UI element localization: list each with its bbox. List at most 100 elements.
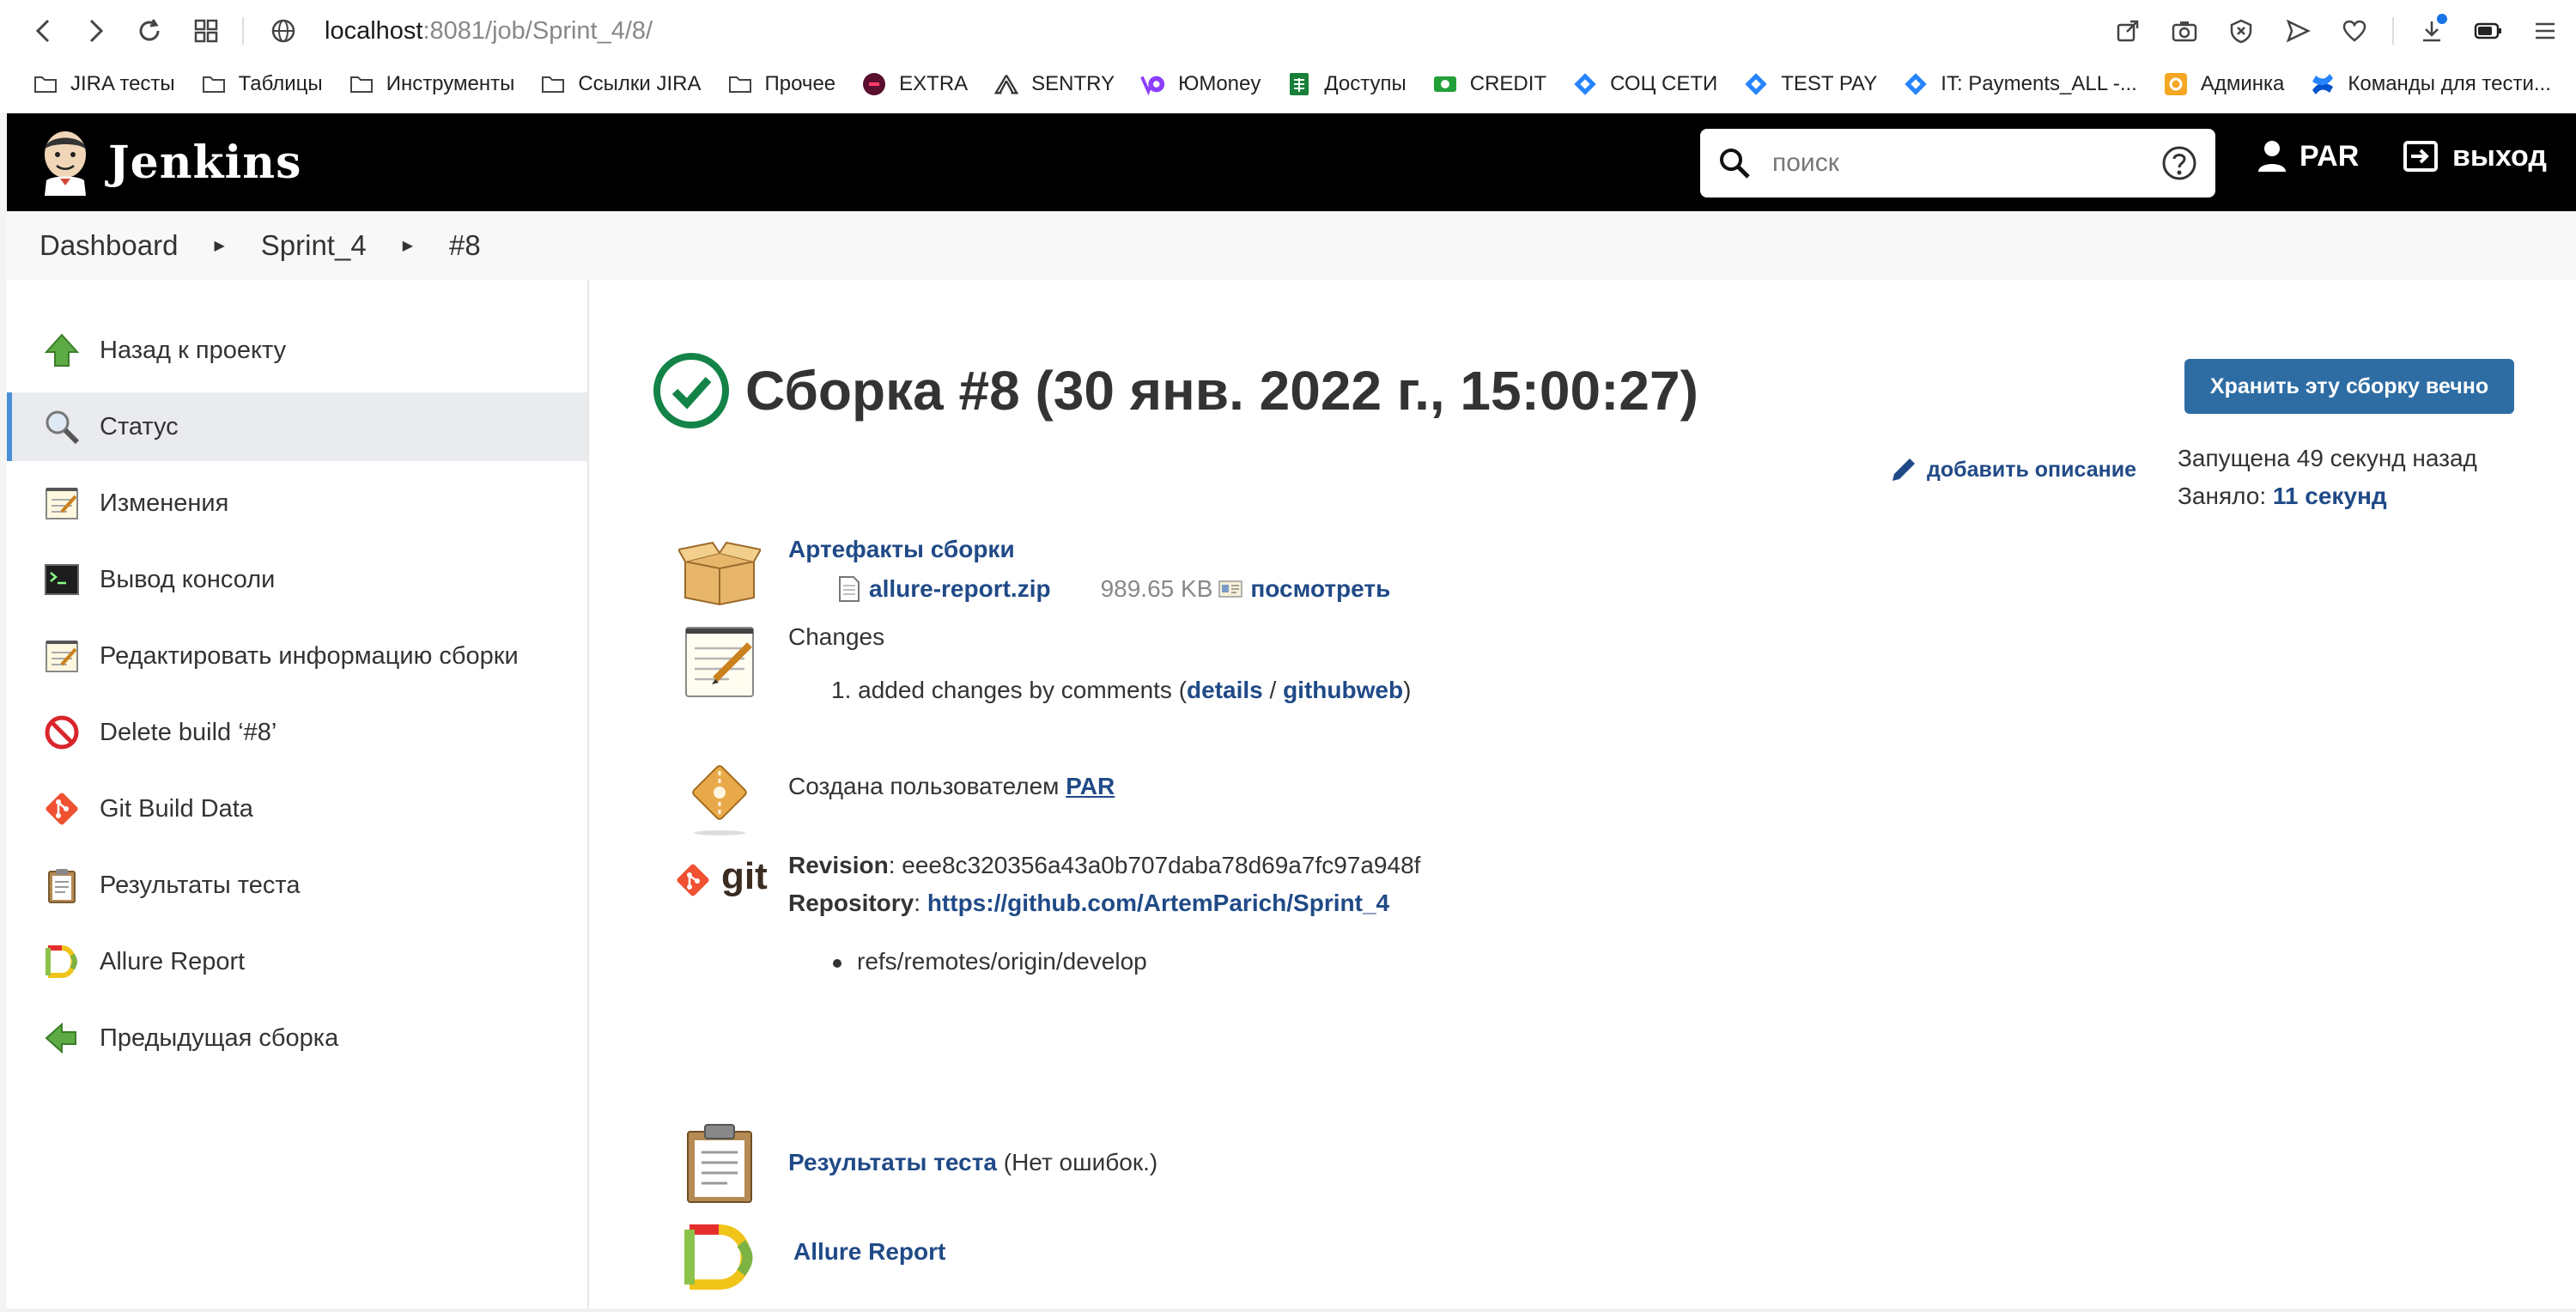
bookmark-item[interactable]: JIRA тесты xyxy=(33,71,175,97)
shield-x-icon[interactable] xyxy=(2222,12,2260,50)
change-details-link[interactable]: details xyxy=(1187,677,1263,703)
download-icon[interactable] xyxy=(2413,12,2451,50)
bookmark-label: Инструменты xyxy=(386,72,515,95)
bookmark-label: SENTRY xyxy=(1031,72,1115,95)
jenkins-logo[interactable]: Jenkins xyxy=(38,129,301,196)
user-menu[interactable]: PAR xyxy=(2257,139,2359,173)
change-separator: / xyxy=(1262,677,1284,703)
artifact-row: allure-report.zip 989.65 KB посмотреть xyxy=(838,575,1390,603)
artifact-view-link[interactable]: посмотреть xyxy=(1250,575,1390,603)
allure-body: Allure Report xyxy=(793,1238,945,1266)
test-results-body: Результаты теста (Нет ошибок.) xyxy=(788,1149,1157,1176)
logout-icon xyxy=(2403,141,2438,172)
pencil-icon xyxy=(1893,459,1915,481)
package-icon xyxy=(677,529,762,615)
sidebar-item-console-output[interactable]: Вывод консоли xyxy=(7,545,587,614)
allure-icon xyxy=(677,1214,762,1300)
bookmark-item[interactable]: SENTRY xyxy=(993,71,1115,97)
sidebar-item-edit-build-info[interactable]: Редактировать информацию сборки xyxy=(7,622,587,690)
battery-icon[interactable] xyxy=(2470,12,2507,50)
sidebar-item-previous-build[interactable]: Предыдущая сборка xyxy=(7,1004,587,1072)
page-header: Jenkins PAR выход xyxy=(7,113,2576,211)
bookmark-item[interactable]: ЮMoney xyxy=(1140,71,1261,97)
bookmark-item[interactable]: EXTRA xyxy=(861,71,968,97)
bookmarks-bar: JIRA тесты Таблицы Инструменты Ссылки JIRA П… xyxy=(0,62,2576,106)
view-card-icon xyxy=(1218,580,1243,598)
bookmark-item[interactable]: СОЦ СЕТИ xyxy=(1572,71,1717,97)
search-input[interactable] xyxy=(1772,149,2160,178)
send-icon[interactable] xyxy=(2279,12,2317,50)
logout-button[interactable]: выход xyxy=(2403,139,2547,173)
sidebar-item-back-to-project[interactable]: Назад к проекту xyxy=(7,316,587,385)
reload-icon[interactable] xyxy=(131,12,168,50)
sidebar-item-delete-build[interactable]: Delete build ‘#8’ xyxy=(7,698,587,767)
duration-link[interactable]: 11 секунд xyxy=(2273,483,2387,509)
bookmark-item[interactable]: Доступы xyxy=(1286,71,1406,97)
forward-icon[interactable] xyxy=(77,12,115,50)
artifact-file-link[interactable]: allure-report.zip xyxy=(869,575,1051,603)
breadcrumb-separator-icon[interactable]: ▶ xyxy=(214,237,224,254)
folder-icon xyxy=(33,71,58,97)
bookmark-item[interactable]: Команды для тести... xyxy=(2310,71,2551,97)
sentry-icon xyxy=(993,71,1019,97)
allure-report-link[interactable]: Allure Report xyxy=(793,1238,945,1265)
confluence-icon xyxy=(2310,71,2336,97)
clipboard-icon xyxy=(677,1121,762,1207)
sidebar-item-git-build-data[interactable]: Git Build Data xyxy=(7,774,587,843)
sidebar-item-status[interactable]: Статус xyxy=(7,392,587,461)
artifacts-heading[interactable]: Артефакты сборки xyxy=(788,536,1390,563)
sidebar-item-changes[interactable]: Изменения xyxy=(7,469,587,538)
bookmark-item[interactable]: IT: Payments_ALL -... xyxy=(1903,71,2137,97)
allure-icon xyxy=(41,941,82,982)
cause-user-link[interactable]: PAR xyxy=(1066,773,1115,799)
add-description-link[interactable]: добавить описание xyxy=(1889,455,2136,484)
sidebar-item-label: Статус xyxy=(100,412,179,440)
breadcrumb-separator-icon[interactable]: ▶ xyxy=(403,237,413,254)
folder-icon xyxy=(349,71,374,97)
heart-icon[interactable] xyxy=(2336,12,2373,50)
git-revision: Revision: eee8c320356a43a0b707daba78d69a… xyxy=(788,847,1420,884)
test-results-link[interactable]: Результаты теста xyxy=(788,1149,997,1175)
window-edge xyxy=(0,113,7,1312)
bookmark-label: СОЦ СЕТИ xyxy=(1610,72,1718,95)
bookmark-item[interactable]: Таблицы xyxy=(201,71,323,97)
bookmark-item[interactable]: Админка xyxy=(2163,71,2284,97)
sidebar-item-label: Результаты теста xyxy=(100,871,301,899)
build-timing: Запущена 49 секунд назад Заняло: 11 секу… xyxy=(2178,440,2477,515)
bookmark-item[interactable]: Инструменты xyxy=(349,71,515,97)
app-title: Jenkins xyxy=(108,136,302,189)
bookmark-label: EXTRA xyxy=(899,72,969,95)
breadcrumb-dashboard[interactable]: Dashboard xyxy=(39,229,178,262)
bookmark-label: Команды для тести... xyxy=(2348,72,2551,95)
bookmark-item[interactable]: TEST PAY xyxy=(1743,71,1877,97)
cause-body: Создана пользователем PAR xyxy=(788,773,1115,800)
logout-label: выход xyxy=(2452,139,2547,173)
bookmark-label: IT: Payments_ALL -... xyxy=(1941,72,2137,95)
revision-value: : eee8c320356a43a0b707daba78d69a7fc97a94… xyxy=(888,852,1421,878)
back-icon[interactable] xyxy=(24,12,62,50)
build-title: Сборка #8 (30 янв. 2022 г., 15:00:27) xyxy=(745,360,1698,422)
bookmark-item[interactable]: Ссылки JIRA xyxy=(540,71,702,97)
help-icon[interactable] xyxy=(2160,144,2198,182)
change-item-text: added changes by comments ( xyxy=(858,677,1188,703)
tabs-grid-icon[interactable] xyxy=(187,12,225,50)
url-path: :8081/job/Sprint_4/8/ xyxy=(422,17,653,45)
bookmark-item[interactable]: CREDIT xyxy=(1432,71,1546,97)
sidebar-item-test-results[interactable]: Результаты теста xyxy=(7,851,587,920)
sidebar-item-allure-report[interactable]: Allure Report xyxy=(7,927,587,996)
address-bar[interactable]: localhost:8081/job/Sprint_4/8/ xyxy=(325,14,653,48)
terminal-icon xyxy=(41,559,82,600)
keep-build-forever-button[interactable]: Хранить эту сборку вечно xyxy=(2184,359,2514,414)
breadcrumb-build[interactable]: #8 xyxy=(449,229,481,262)
main-panel: Сборка #8 (30 янв. 2022 г., 15:00:27) Хр… xyxy=(591,280,2576,1312)
change-githubweb-link[interactable]: githubweb xyxy=(1283,677,1403,703)
camera-icon[interactable] xyxy=(2166,12,2203,50)
repository-link[interactable]: https://github.com/ArtemParich/Sprint_4 xyxy=(927,890,1389,916)
sidebar-item-label: Delete build ‘#8’ xyxy=(100,718,277,746)
share-icon[interactable] xyxy=(2109,12,2147,50)
bookmark-item[interactable]: Прочее xyxy=(727,71,835,97)
folder-icon xyxy=(727,71,753,97)
notepad-icon xyxy=(677,618,762,704)
breadcrumb-job[interactable]: Sprint_4 xyxy=(261,229,367,262)
menu-lines-icon[interactable] xyxy=(2526,12,2564,50)
